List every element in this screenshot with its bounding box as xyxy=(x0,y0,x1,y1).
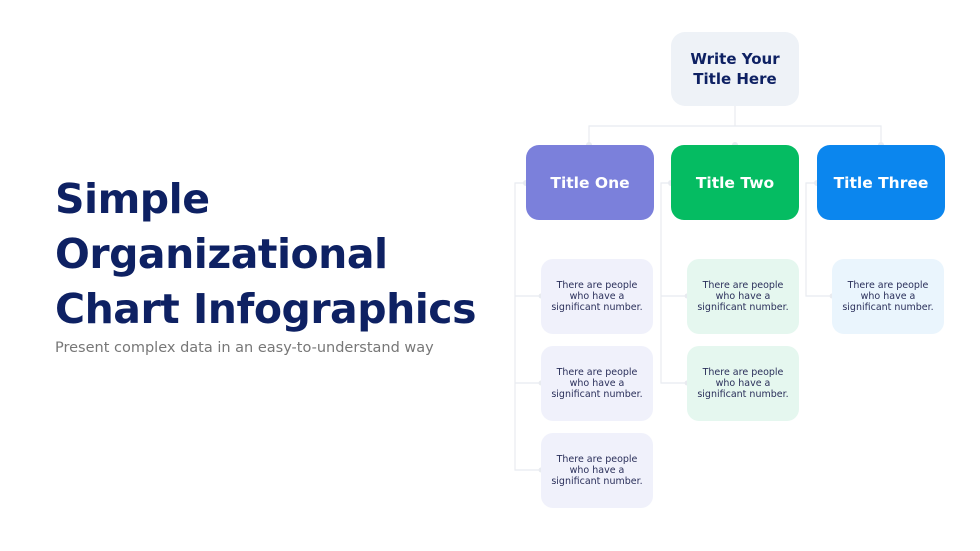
card-text: There are people who have a significant … xyxy=(842,280,934,313)
root-title: Write Your Title Here xyxy=(690,50,780,88)
branch-three-title: Title Three xyxy=(833,173,929,192)
branch-one-card: There are people who have a significant … xyxy=(541,346,653,421)
root-connector xyxy=(588,106,882,145)
card-text: There are people who have a significant … xyxy=(551,280,643,313)
branch-three-card: There are people who have a significant … xyxy=(832,259,944,334)
branch-one-title: Title One xyxy=(550,173,630,192)
branch-two-header: Title Two xyxy=(671,145,799,220)
root-node: Write Your Title Here xyxy=(671,32,799,106)
branch-two-card: There are people who have a significant … xyxy=(687,346,799,421)
branch-three-header: Title Three xyxy=(817,145,945,220)
branch-two-card: There are people who have a significant … xyxy=(687,259,799,334)
branch-one-card: There are people who have a significant … xyxy=(541,433,653,508)
card-text: There are people who have a significant … xyxy=(551,454,643,487)
branch-two-title: Title Two xyxy=(695,173,775,192)
branch-one-card: There are people who have a significant … xyxy=(541,259,653,334)
branch-one-header: Title One xyxy=(526,145,654,220)
card-text: There are people who have a significant … xyxy=(551,367,643,400)
branch-one-connector xyxy=(514,182,541,471)
card-text: There are people who have a significant … xyxy=(697,367,789,400)
card-text: There are people who have a significant … xyxy=(697,280,789,313)
